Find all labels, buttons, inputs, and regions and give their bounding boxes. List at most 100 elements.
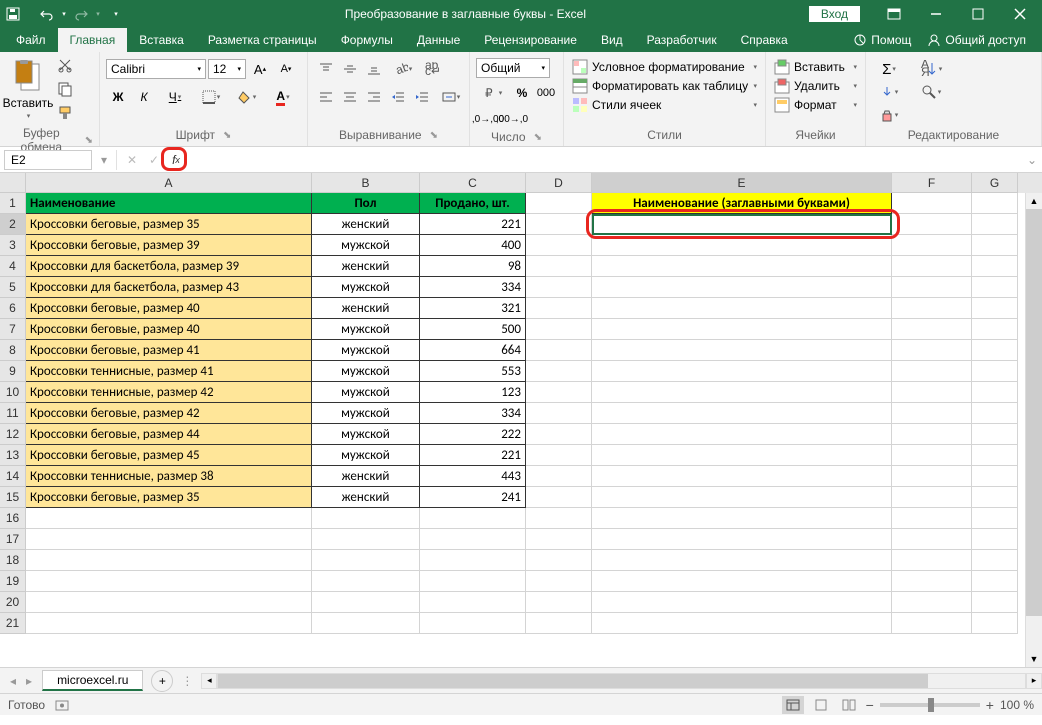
- cell[interactable]: мужской: [312, 319, 420, 340]
- cell[interactable]: [526, 256, 592, 277]
- align-left-icon[interactable]: [314, 86, 338, 108]
- tab-данные[interactable]: Данные: [405, 28, 472, 52]
- column-header-E[interactable]: E: [592, 173, 892, 193]
- cell[interactable]: [526, 613, 592, 634]
- conditional-formatting-button[interactable]: Условное форматирование▾: [570, 58, 759, 76]
- cell[interactable]: [972, 613, 1018, 634]
- cell[interactable]: [892, 445, 972, 466]
- cell[interactable]: мужской: [312, 277, 420, 298]
- cell[interactable]: [892, 571, 972, 592]
- row-header-8[interactable]: 8: [0, 340, 26, 361]
- font-dialog-launcher[interactable]: ⬊: [223, 130, 231, 141]
- cell[interactable]: 334: [420, 403, 526, 424]
- page-layout-view-icon[interactable]: [810, 696, 832, 714]
- tell-me[interactable]: Помощ: [845, 33, 919, 47]
- cell[interactable]: [892, 382, 972, 403]
- redo-icon[interactable]: [70, 2, 92, 26]
- formula-input[interactable]: [187, 150, 1022, 170]
- cell[interactable]: женский: [312, 298, 420, 319]
- cell[interactable]: Кроссовки для баскетбола, размер 39: [26, 256, 312, 277]
- cell[interactable]: [26, 550, 312, 571]
- cell[interactable]: [312, 613, 420, 634]
- scroll-down-icon[interactable]: ▼: [1026, 651, 1042, 667]
- cell[interactable]: [972, 298, 1018, 319]
- column-header-D[interactable]: D: [526, 173, 592, 193]
- copy-icon[interactable]: [54, 78, 76, 100]
- name-box-dropdown[interactable]: ▾: [96, 153, 112, 167]
- cell[interactable]: 98: [420, 256, 526, 277]
- align-middle-icon[interactable]: [338, 58, 362, 80]
- cell[interactable]: [526, 193, 592, 214]
- cell[interactable]: [972, 445, 1018, 466]
- cell[interactable]: [592, 424, 892, 445]
- currency-icon[interactable]: ₽▾: [476, 82, 510, 104]
- cell[interactable]: [526, 214, 592, 235]
- cell[interactable]: [892, 214, 972, 235]
- cell[interactable]: Кроссовки беговые, размер 35: [26, 214, 312, 235]
- cell[interactable]: [972, 235, 1018, 256]
- share-button[interactable]: Общий доступ: [919, 33, 1034, 47]
- cell[interactable]: 221: [420, 445, 526, 466]
- decrease-indent-icon[interactable]: [386, 86, 410, 108]
- cell[interactable]: [26, 613, 312, 634]
- cell[interactable]: [26, 529, 312, 550]
- clear-icon[interactable]: ▾: [872, 104, 906, 126]
- cell[interactable]: [526, 550, 592, 571]
- cell[interactable]: [972, 277, 1018, 298]
- cell[interactable]: [420, 529, 526, 550]
- cell[interactable]: мужской: [312, 445, 420, 466]
- cell[interactable]: [526, 466, 592, 487]
- cell[interactable]: [892, 508, 972, 529]
- cell[interactable]: 443: [420, 466, 526, 487]
- zoom-level[interactable]: 100 %: [1000, 698, 1034, 712]
- scroll-left-icon[interactable]: ◂: [201, 673, 217, 689]
- cell[interactable]: [26, 508, 312, 529]
- cell[interactable]: [972, 403, 1018, 424]
- cell[interactable]: [592, 592, 892, 613]
- normal-view-icon[interactable]: [782, 696, 804, 714]
- sort-filter-icon[interactable]: AЯ▾: [914, 58, 948, 80]
- zoom-slider[interactable]: [880, 703, 980, 707]
- wrap-text-icon[interactable]: abc↵: [420, 58, 444, 80]
- cell[interactable]: [592, 319, 892, 340]
- cancel-formula-icon[interactable]: ✕: [121, 149, 143, 171]
- cell[interactable]: [526, 340, 592, 361]
- vscroll-thumb[interactable]: [1026, 209, 1042, 616]
- cell[interactable]: [892, 235, 972, 256]
- cell[interactable]: [592, 277, 892, 298]
- find-select-icon[interactable]: ▾: [914, 81, 948, 103]
- cell[interactable]: [312, 592, 420, 613]
- cell[interactable]: [526, 424, 592, 445]
- cell[interactable]: Кроссовки беговые, размер 35: [26, 487, 312, 508]
- new-sheet-icon[interactable]: +: [151, 670, 173, 692]
- cell[interactable]: [420, 592, 526, 613]
- minimize-icon[interactable]: [916, 0, 956, 28]
- cell[interactable]: Кроссовки беговые, размер 41: [26, 340, 312, 361]
- cell[interactable]: [526, 487, 592, 508]
- cell[interactable]: мужской: [312, 424, 420, 445]
- login-button[interactable]: Вход: [809, 6, 860, 22]
- increase-font-icon[interactable]: A▴: [248, 58, 272, 80]
- cell[interactable]: 123: [420, 382, 526, 403]
- font-color-icon[interactable]: A▾: [266, 86, 300, 108]
- cell[interactable]: [420, 571, 526, 592]
- cell[interactable]: 221: [420, 214, 526, 235]
- bold-button[interactable]: Ж: [106, 86, 130, 108]
- row-header-15[interactable]: 15: [0, 487, 26, 508]
- cell[interactable]: [592, 571, 892, 592]
- cell[interactable]: [892, 487, 972, 508]
- increase-indent-icon[interactable]: [410, 86, 434, 108]
- insert-function-icon[interactable]: fx: [165, 149, 187, 171]
- name-box[interactable]: E2: [4, 150, 92, 170]
- percent-icon[interactable]: %: [510, 82, 534, 104]
- cell[interactable]: Кроссовки беговые, размер 40: [26, 319, 312, 340]
- redo-dropdown[interactable]: ▾: [92, 2, 104, 26]
- cell[interactable]: [526, 277, 592, 298]
- tab-разработчик[interactable]: Разработчик: [635, 28, 729, 52]
- alignment-dialog-launcher[interactable]: ⬊: [430, 130, 438, 141]
- spreadsheet-grid[interactable]: ABCDEFG 1НаименованиеПолПродано, шт.Наим…: [0, 173, 1042, 667]
- cell[interactable]: [972, 487, 1018, 508]
- insert-cells-button[interactable]: Вставить▾: [772, 58, 859, 76]
- format-cells-button[interactable]: Формат▾: [772, 96, 859, 114]
- row-header-14[interactable]: 14: [0, 466, 26, 487]
